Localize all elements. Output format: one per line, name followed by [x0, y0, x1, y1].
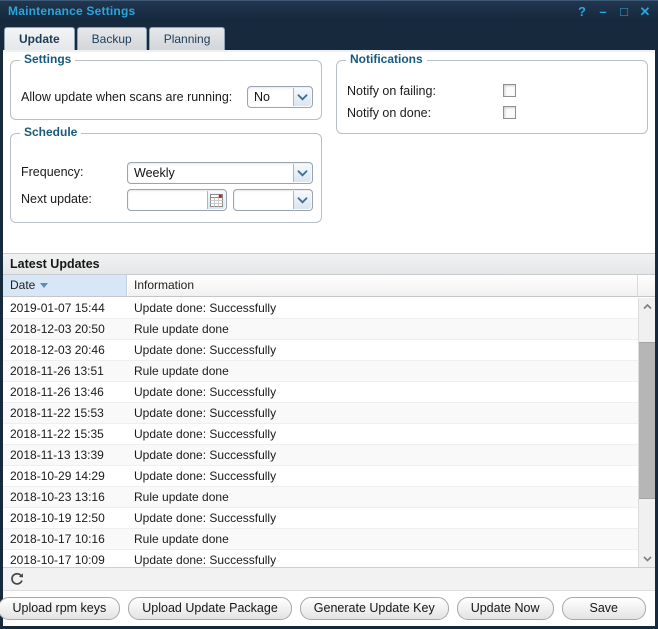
row-information: Update done: Successfully: [134, 340, 276, 361]
chevron-down-icon[interactable]: [293, 164, 311, 182]
titlebar: Maintenance Settings ? – □ ✕: [0, 0, 658, 21]
date-column-label: Date: [10, 278, 35, 292]
column-header-date[interactable]: Date: [3, 275, 127, 296]
frequency-combobox[interactable]: Weekly: [127, 162, 313, 184]
maximize-icon[interactable]: □: [618, 3, 630, 21]
schedule-legend: Schedule: [20, 125, 81, 139]
allow-update-combobox[interactable]: No: [247, 86, 313, 108]
row-date: 2018-11-26 13:51: [10, 361, 104, 382]
row-information: Update done: Successfully: [134, 424, 276, 445]
window-title: Maintenance Settings: [8, 4, 135, 18]
notify-on-done-checkbox[interactable]: [503, 106, 516, 119]
table-row[interactable]: 2018-10-23 13:16 Rule update done: [3, 487, 638, 508]
generate-update-key-button[interactable]: Generate Update Key: [300, 597, 449, 620]
row-date: 2019-01-07 15:44: [10, 298, 105, 319]
next-update-date-field[interactable]: [127, 189, 227, 211]
table-row[interactable]: 2018-11-26 13:51 Rule update done: [3, 361, 638, 382]
table-row[interactable]: 2018-10-19 12:50 Update done: Successfull…: [3, 508, 638, 529]
minimize-icon[interactable]: –: [597, 3, 609, 21]
next-update-time-combobox[interactable]: [233, 189, 313, 211]
row-date: 2018-12-03 20:50: [10, 319, 105, 340]
row-date: 2018-11-13 13:39: [10, 445, 104, 466]
tab-backup[interactable]: Backup: [77, 27, 147, 50]
settings-fieldset: Settings Allow update when scans are run…: [10, 60, 322, 120]
table-row[interactable]: 2019-01-07 15:44 Update done: Successfull…: [3, 298, 638, 319]
chevron-down-icon[interactable]: [293, 88, 311, 106]
update-tab-content: Settings Allow update when scans are run…: [3, 50, 655, 626]
row-information: Update done: Successfully: [134, 550, 276, 567]
grid-column-headers: Date Information: [3, 275, 655, 297]
tab-update[interactable]: Update: [4, 27, 75, 50]
upload-update-package-button[interactable]: Upload Update Package: [128, 597, 292, 620]
row-date: 2018-10-23 13:16: [10, 487, 105, 508]
window-controls: ? – □ ✕: [576, 2, 651, 22]
bottom-button-bar: Upload rpm keys Upload Update Package Ge…: [3, 590, 655, 626]
row-information: Rule update done: [134, 529, 229, 550]
row-information: Rule update done: [134, 361, 229, 382]
grid-footer-toolbar: [3, 567, 655, 590]
row-information: Update done: Successfully: [134, 445, 276, 466]
row-date: 2018-11-22 15:53: [10, 403, 104, 424]
row-date: 2018-11-26 13:46: [10, 382, 104, 403]
allow-update-value: No: [254, 90, 270, 104]
maintenance-settings-window: Maintenance Settings ? – □ ✕ Update Back…: [0, 0, 658, 629]
row-date: 2018-10-29 14:29: [10, 466, 105, 487]
table-row[interactable]: 2018-10-29 14:29 Update done: Successfull…: [3, 466, 638, 487]
table-row[interactable]: 2018-11-22 15:35 Update done: Successfull…: [3, 424, 638, 445]
scroll-down-icon[interactable]: [639, 550, 655, 567]
table-row[interactable]: 2018-11-13 13:39 Update done: Successfull…: [3, 445, 638, 466]
allow-update-label: Allow update when scans are running:: [21, 90, 232, 104]
information-column-label: Information: [134, 278, 194, 292]
row-information: Update done: Successfully: [134, 382, 276, 403]
notifications-legend: Notifications: [346, 52, 427, 66]
row-date: 2018-12-03 20:46: [10, 340, 105, 361]
scroll-up-icon[interactable]: [639, 298, 655, 315]
row-information: Rule update done: [134, 487, 229, 508]
table-row[interactable]: 2018-11-26 13:46 Update done: Successfull…: [3, 382, 638, 403]
table-row[interactable]: 2018-11-22 15:53 Update done: Successfull…: [3, 403, 638, 424]
table-row[interactable]: 2018-12-03 20:50 Rule update done: [3, 319, 638, 340]
notify-on-failing-checkbox[interactable]: [503, 84, 516, 97]
row-date: 2018-10-17 10:09: [10, 550, 105, 567]
row-date: 2018-10-19 12:50: [10, 508, 105, 529]
sort-desc-icon: [40, 283, 48, 288]
row-information: Update done: Successfully: [134, 466, 276, 487]
row-information: Update done: Successfully: [134, 298, 276, 319]
frequency-label: Frequency:: [21, 165, 84, 179]
help-icon[interactable]: ?: [576, 3, 588, 21]
table-row[interactable]: 2018-10-17 10:16 Rule update done: [3, 529, 638, 550]
latest-updates-title: Latest Updates: [10, 257, 100, 271]
table-row[interactable]: 2018-10-17 10:09 Update done: Successfull…: [3, 550, 638, 567]
upload-rpm-keys-button[interactable]: Upload rpm keys: [0, 597, 120, 620]
latest-updates-header: Latest Updates: [3, 253, 655, 275]
frequency-value: Weekly: [134, 166, 175, 180]
refresh-icon[interactable]: [9, 571, 25, 587]
row-date: 2018-10-17 10:16: [10, 529, 105, 550]
notifications-fieldset: Notifications Notify on failing: Notify …: [336, 60, 648, 134]
row-information: Update done: Successfully: [134, 508, 276, 529]
column-header-spacer: [637, 275, 655, 296]
row-information: Rule update done: [134, 319, 229, 340]
row-date: 2018-11-22 15:35: [10, 424, 104, 445]
tab-planning[interactable]: Planning: [149, 27, 226, 50]
save-button[interactable]: Save: [562, 597, 647, 620]
next-update-label: Next update:: [21, 192, 92, 206]
row-information: Update done: Successfully: [134, 403, 276, 424]
settings-legend: Settings: [20, 52, 75, 66]
update-now-button[interactable]: Update Now: [457, 597, 554, 620]
calendar-icon[interactable]: [207, 191, 225, 209]
table-body: 2019-01-07 15:44 Update done: Successfull…: [3, 298, 638, 567]
vertical-scrollbar[interactable]: [638, 298, 655, 567]
table-row[interactable]: 2018-12-03 20:46 Update done: Successfull…: [3, 340, 638, 361]
close-icon[interactable]: ✕: [639, 3, 651, 21]
notify-on-failing-label: Notify on failing:: [347, 84, 436, 98]
tab-strip: Update Backup Planning: [0, 21, 658, 50]
column-header-information[interactable]: Information: [128, 275, 637, 296]
scrollbar-thumb[interactable]: [639, 342, 655, 499]
schedule-fieldset: Schedule Frequency: Weekly Next update:: [10, 133, 322, 223]
chevron-down-icon[interactable]: [293, 191, 311, 209]
notify-on-done-label: Notify on done:: [347, 106, 431, 120]
